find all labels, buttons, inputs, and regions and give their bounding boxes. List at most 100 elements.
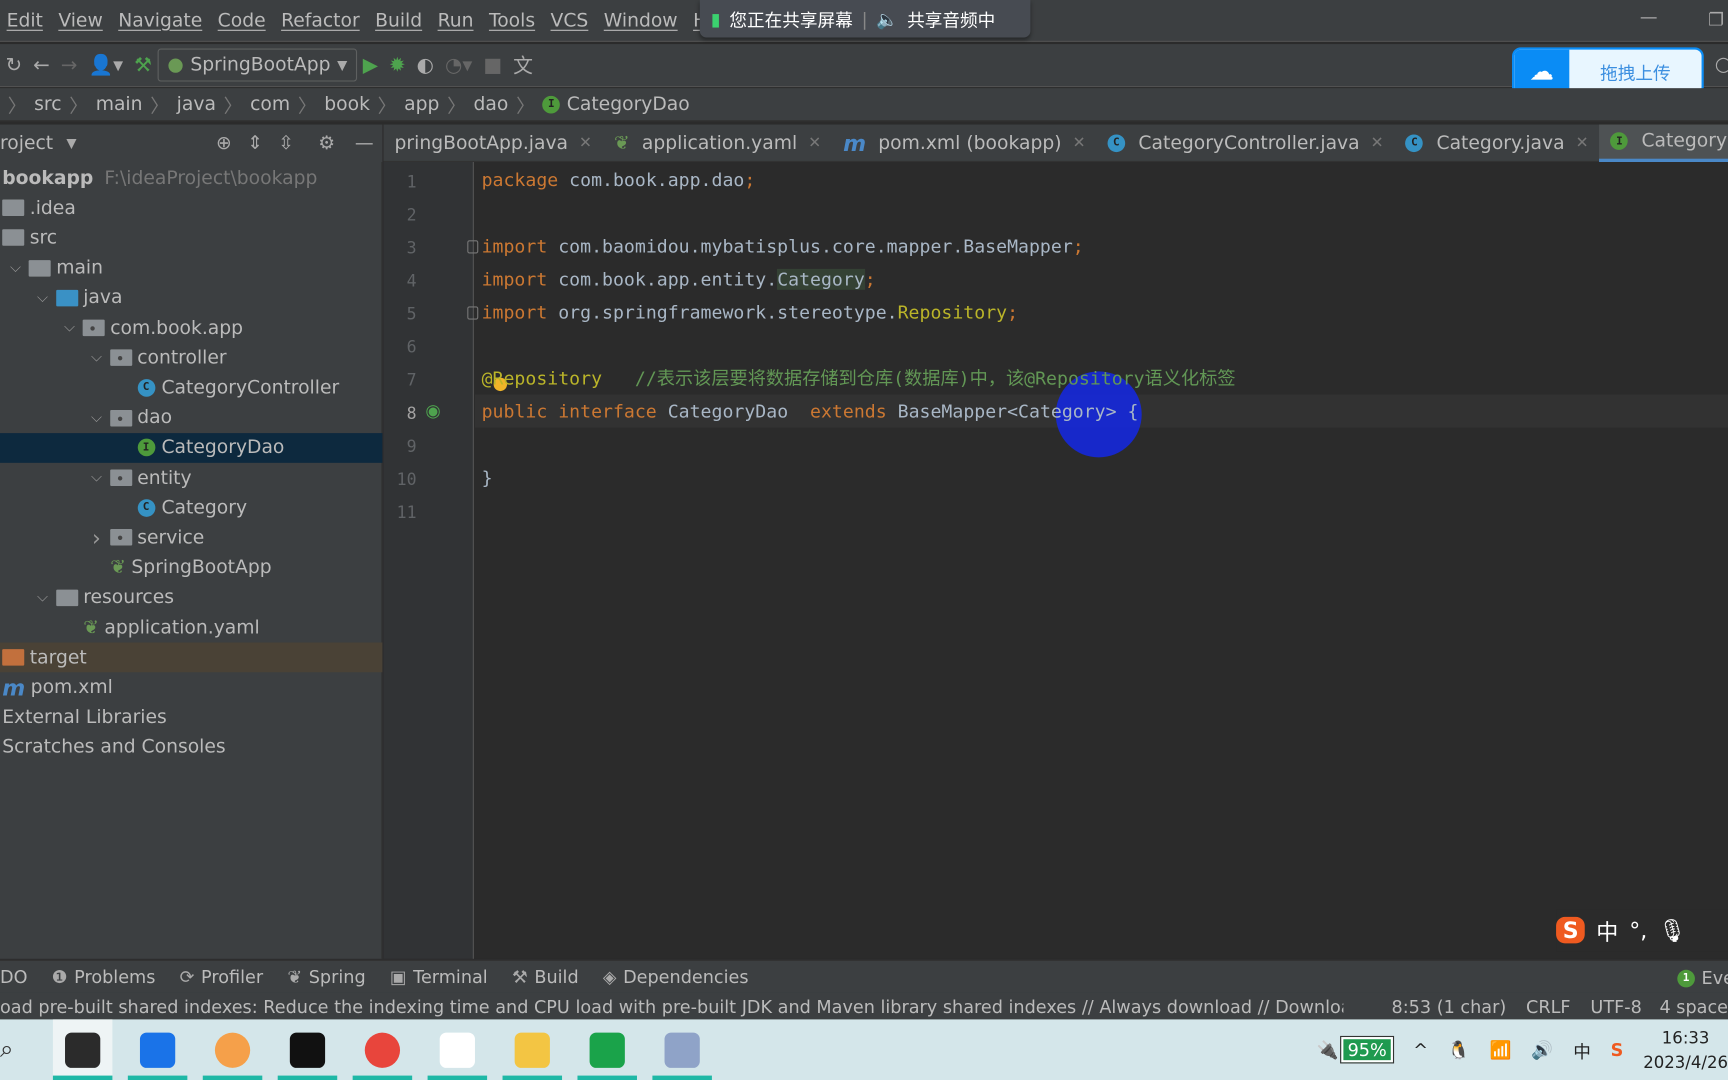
tool-window-terminal[interactable]: ▣ Terminal	[390, 966, 488, 987]
ime-toolbar[interactable]: S 中 °, 🎙	[1556, 909, 1728, 952]
chevron-down-icon[interactable]: ⌵	[83, 410, 109, 427]
tab-categorydao-java[interactable]: I CategoryDao.java	[1599, 123, 1728, 162]
tree-item-category[interactable]: C Category	[0, 493, 382, 523]
tab-categorycontroller-java[interactable]: C CategoryController.java ✕	[1097, 124, 1395, 161]
search-icon[interactable]: ⌕	[0, 1036, 53, 1064]
input-language-icon[interactable]: 中	[1573, 1036, 1591, 1062]
tree-item-target[interactable]: target	[0, 642, 383, 673]
breadcrumb-item[interactable]: main	[96, 93, 143, 115]
screen-share-banner[interactable]: ▮ 您正在共享屏幕 | 🔈 共享音频中	[699, 0, 1031, 38]
tree-item-categorydao[interactable]: I CategoryDao	[0, 432, 383, 463]
event-log-button[interactable]: 1 Eve	[1677, 968, 1728, 989]
run-icon[interactable]: ▶	[363, 50, 378, 81]
tree-item-categorycontroller[interactable]: C CategoryController	[0, 373, 382, 403]
ime-mode[interactable]: 中	[1596, 914, 1618, 946]
tree-item-controller[interactable]: ⌵ controller	[0, 343, 382, 373]
tab-pom-xml-bookapp-[interactable]: m pom.xml (bookapp) ✕	[832, 124, 1096, 161]
fold-marker-icon[interactable]	[467, 306, 479, 320]
clock[interactable]: 16:33 2023/4/26	[1643, 1025, 1728, 1073]
tool-window-problems[interactable]: ❶ Problems	[52, 966, 156, 987]
project-view-select[interactable]: roject	[0, 132, 53, 154]
code-line[interactable]: import com.book.app.entity.Category;	[482, 263, 876, 296]
tree-item-dao[interactable]: ⌵ dao	[0, 403, 382, 433]
breadcrumb-item[interactable]: com	[250, 93, 290, 115]
taskbar-app-file-explorer[interactable]	[502, 1019, 563, 1080]
close-icon[interactable]: ✕	[1371, 134, 1384, 152]
status-message[interactable]: oad pre-built shared indexes: Reduce the…	[0, 996, 1343, 1017]
tool-window-profiler[interactable]: ⟳ Profiler	[180, 966, 263, 987]
file-encoding[interactable]: UTF-8	[1590, 996, 1641, 1017]
back-icon[interactable]: ←	[33, 50, 50, 81]
menu-tools[interactable]: Tools	[482, 9, 544, 31]
run-config-select[interactable]: ● SpringBootApp ▼	[157, 48, 358, 82]
locate-icon[interactable]: ⊕	[216, 132, 232, 154]
tree-item-scratches-and-consoles[interactable]: Scratches and Consoles	[0, 733, 382, 763]
tree-item--idea[interactable]: .idea	[0, 193, 382, 223]
taskbar-app-dolphin[interactable]	[652, 1019, 712, 1080]
taskbar-app-intellij-idea[interactable]	[52, 1019, 113, 1080]
profile-icon[interactable]: ◔▾	[445, 50, 472, 81]
chevron-down-icon[interactable]: ⌵	[29, 589, 55, 606]
chevron-down-icon[interactable]: ⌵	[29, 290, 55, 307]
minimize-button[interactable]: —	[1640, 7, 1658, 28]
spring-bean-gutter-icon[interactable]: ◉	[425, 400, 440, 421]
user-icon[interactable]: 👤▾	[88, 50, 123, 81]
menu-edit[interactable]: Edit	[0, 9, 52, 31]
menu-build[interactable]: Build	[368, 9, 430, 31]
tool-window-spring[interactable]: ❦ Spring	[287, 966, 365, 987]
tree-item-com-book-app[interactable]: ⌵ com.book.app	[0, 313, 382, 343]
menu-refactor[interactable]: Refactor	[274, 9, 368, 31]
code-line[interactable]: public interface CategoryDao extends Bas…	[482, 396, 1139, 429]
chevron-down-icon[interactable]: ⌵	[83, 350, 109, 367]
search-icon[interactable]: ○	[1715, 53, 1728, 76]
tree-item-main[interactable]: ⌵ main	[0, 253, 382, 283]
breadcrumb-item[interactable]: app	[404, 93, 439, 115]
chevron-down-icon[interactable]: ⌵	[56, 320, 82, 337]
wifi-icon[interactable]: 📶	[1490, 1039, 1512, 1060]
debug-icon[interactable]: ✹	[389, 50, 406, 81]
tree-item-src[interactable]: src	[0, 223, 382, 253]
qq-icon[interactable]: 🐧	[1448, 1039, 1470, 1060]
caret-position[interactable]: 8:53 (1 char)	[1391, 996, 1506, 1017]
battery-indicator[interactable]: 🔌 95%	[1317, 1035, 1395, 1064]
sync-icon[interactable]: ↻	[6, 50, 23, 81]
menu-code[interactable]: Code	[211, 9, 274, 31]
taskbar-app-terminal[interactable]	[277, 1019, 338, 1080]
tab-application-yaml[interactable]: ❦ application.yaml ✕	[603, 124, 832, 161]
tool-window-do[interactable]: DO	[0, 966, 27, 987]
tree-item-springbootapp[interactable]: ❦ SpringBootApp	[0, 553, 382, 583]
tree-item-bookapp[interactable]: bookapp F:\ideaProject\bookapp	[0, 163, 382, 193]
tree-item-application-yaml[interactable]: ❦ application.yaml	[0, 613, 382, 643]
volume-icon[interactable]: 🔊	[1531, 1039, 1553, 1060]
line-separator[interactable]: CRLF	[1526, 996, 1571, 1017]
tree-item-entity[interactable]: ⌵ entity	[0, 463, 382, 493]
indent-setting[interactable]: 4 space	[1659, 996, 1728, 1017]
taskbar-app-hbuilder[interactable]	[577, 1019, 637, 1080]
build-hammer-icon[interactable]: ⚒	[134, 50, 152, 81]
coverage-icon[interactable]: ◐	[417, 50, 434, 81]
breadcrumb-item[interactable]: book	[324, 93, 370, 115]
tree-item-resources[interactable]: ⌵ resources	[0, 583, 382, 613]
tree-item-pom-xml[interactable]: m pom.xml	[0, 673, 382, 703]
tab-category-java[interactable]: C Category.java ✕	[1395, 124, 1600, 161]
tree-item-service[interactable]: › service	[0, 523, 382, 553]
breadcrumb-item[interactable]: java	[177, 93, 216, 115]
tool-window-build[interactable]: ⚒ Build	[512, 966, 579, 987]
tool-window-dependencies[interactable]: ◈ Dependencies	[603, 966, 749, 987]
taskbar-app-chrome[interactable]	[352, 1019, 413, 1080]
close-icon[interactable]: ✕	[808, 134, 821, 152]
hide-icon[interactable]: —	[355, 132, 374, 154]
menu-view[interactable]: View	[52, 9, 112, 31]
restore-button[interactable]: ❐	[1708, 9, 1724, 30]
chevron-down-icon[interactable]: ⌵	[2, 260, 28, 277]
ime-punctuation[interactable]: °,	[1629, 917, 1647, 943]
menu-run[interactable]: Run	[431, 9, 482, 31]
stop-icon[interactable]: ■	[483, 50, 502, 81]
translate-icon[interactable]: 文	[513, 50, 533, 81]
menu-window[interactable]: Window	[597, 9, 686, 31]
gear-icon[interactable]: ⚙	[318, 132, 335, 154]
breadcrumb-item[interactable]: dao	[474, 93, 509, 115]
tree-item-external-libraries[interactable]: External Libraries	[0, 703, 382, 733]
code-line[interactable]: @Repository //表示该层要将数据存储到仓库(数据库)中，该@Repo…	[482, 363, 1236, 396]
code-line[interactable]: import com.baomidou.mybatisplus.core.map…	[482, 230, 1084, 263]
